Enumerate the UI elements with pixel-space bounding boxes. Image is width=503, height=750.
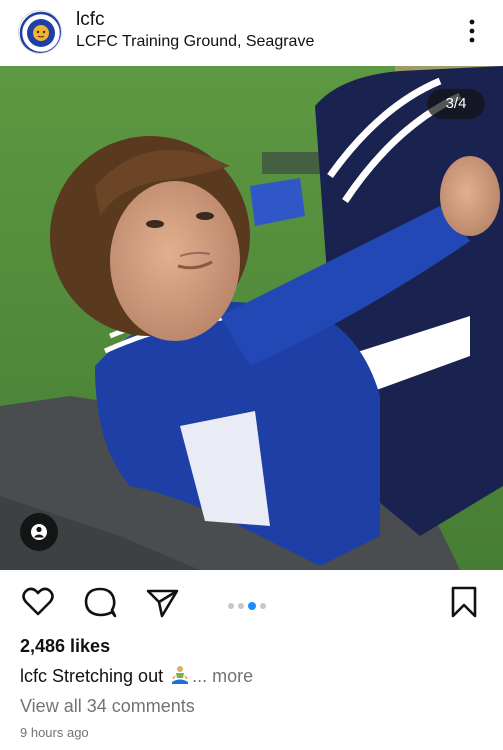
bookmark-icon <box>451 586 477 618</box>
comment-button[interactable] <box>82 584 118 620</box>
more-options-button[interactable] <box>458 16 486 48</box>
heart-icon <box>22 587 54 616</box>
post-photo[interactable]: 3/4 <box>0 66 503 570</box>
like-button[interactable] <box>20 584 56 620</box>
more-vertical-icon <box>469 19 475 43</box>
caption-more-link[interactable]: ... more <box>192 666 253 686</box>
carousel-dot <box>228 602 234 609</box>
view-comments-link[interactable]: View all 34 comments <box>20 696 195 717</box>
carousel-dot <box>238 602 244 609</box>
lcfc-crest-logo <box>19 11 61 53</box>
save-button[interactable] <box>446 584 482 620</box>
post-username[interactable]: lcfc <box>76 9 105 31</box>
person-tag-icon <box>31 524 47 540</box>
profile-avatar[interactable] <box>18 10 62 54</box>
paper-plane-icon <box>146 589 179 618</box>
post-location[interactable]: LCFC Training Ground, Seagrave <box>76 33 314 51</box>
carousel-dot <box>260 602 266 609</box>
carousel-indicator <box>228 597 270 610</box>
share-button[interactable] <box>144 584 180 620</box>
caption-username[interactable]: lcfc <box>20 666 47 686</box>
likes-count[interactable]: 2,486 likes <box>20 636 110 657</box>
post-timestamp: 9 hours ago <box>20 725 89 740</box>
carousel-dot-active <box>248 601 256 610</box>
post-caption: lcfc Stretching out ... more <box>20 665 253 690</box>
caption-text: Stretching out <box>52 666 164 686</box>
post-header: lcfc LCFC Training Ground, Seagrave <box>0 0 503 66</box>
carousel-counter: 3/4 <box>427 89 485 119</box>
player-stretching-photo <box>0 66 503 570</box>
meditation-emoji-icon <box>170 665 190 690</box>
user-tags-button[interactable] <box>20 513 58 551</box>
action-bar <box>0 570 503 632</box>
comment-bubble-icon <box>84 587 117 618</box>
